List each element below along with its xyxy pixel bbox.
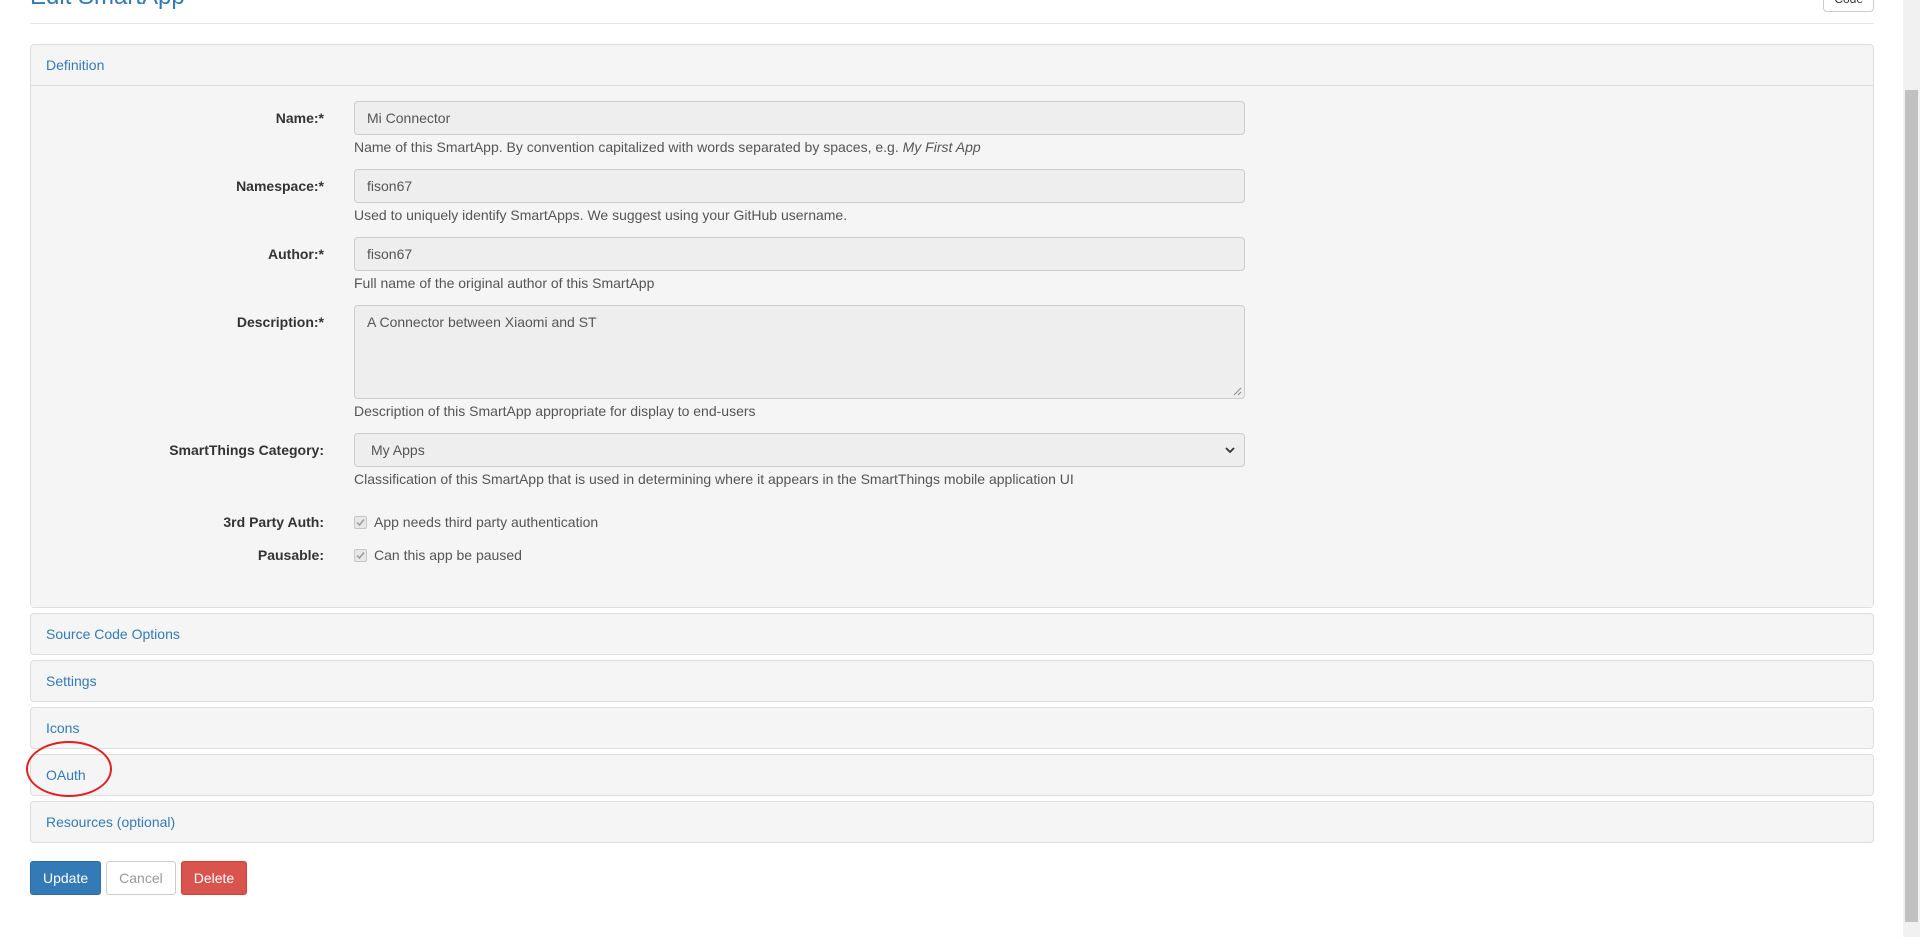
cancel-button[interactable]: Cancel xyxy=(106,861,176,895)
category-label: SmartThings Category: xyxy=(169,442,324,458)
definition-panel-link[interactable]: Definition xyxy=(46,57,104,73)
description-help: Description of this SmartApp appropriate… xyxy=(354,403,756,419)
checkmark-icon xyxy=(356,551,365,559)
third-party-auth-checkbox[interactable] xyxy=(354,515,367,529)
namespace-input[interactable]: fison67 xyxy=(354,169,1245,203)
category-help: Classification of this SmartApp that is … xyxy=(354,471,1074,487)
name-input[interactable]: Mi Connector xyxy=(354,101,1245,135)
page-header: Edit SmartApp Code xyxy=(30,0,1874,24)
code-button[interactable]: Code xyxy=(1823,0,1874,12)
pausable-checkbox[interactable] xyxy=(354,548,367,562)
resources-panel: Resources (optional) xyxy=(30,801,1874,843)
oauth-panel: OAuth xyxy=(30,754,1874,796)
oauth-heading: OAuth xyxy=(31,755,1873,795)
icons-heading: Icons xyxy=(31,708,1873,748)
namespace-label: Namespace:* xyxy=(236,178,324,194)
checkmark-icon xyxy=(356,518,365,526)
name-help-example: My First App xyxy=(902,139,981,155)
source-code-options-panel: Source Code Options xyxy=(30,613,1874,655)
pausable-row: Pausable: Can this app be paused xyxy=(31,538,1873,563)
description-textarea[interactable]: A Connector between Xiaomi and ST xyxy=(354,305,1245,399)
name-field-group: Mi Connector Name of this SmartApp. By c… xyxy=(354,101,1245,156)
category-field-group: My Apps Classification of this SmartApp … xyxy=(354,433,1245,488)
resources-link[interactable]: Resources (optional) xyxy=(46,814,175,830)
third-party-auth-checkbox-label: App needs third party authentication xyxy=(374,514,599,530)
pausable-checkbox-line: Can this app be paused xyxy=(354,538,1245,563)
description-field-group: A Connector between Xiaomi and ST Descri… xyxy=(354,305,1245,420)
author-field-group: fison67 Full name of the original author… xyxy=(354,237,1245,292)
third-party-auth-field-group: App needs third party authentication xyxy=(354,505,1245,530)
name-label: Name:* xyxy=(275,110,324,126)
chevron-down-icon xyxy=(1225,447,1235,454)
author-label: Author:* xyxy=(268,246,324,262)
icons-panel: Icons xyxy=(30,707,1874,749)
settings-panel: Settings xyxy=(30,660,1874,702)
third-party-auth-label: 3rd Party Auth: xyxy=(223,514,324,530)
panel-group: Definition Name:* Mi Connector Name of t… xyxy=(30,44,1874,848)
description-label: Description:* xyxy=(236,314,324,330)
resize-grip-icon[interactable] xyxy=(1233,387,1242,396)
namespace-field-group: fison67 Used to uniquely identify SmartA… xyxy=(354,169,1245,224)
category-selected: My Apps xyxy=(371,442,425,458)
description-text: A Connector between Xiaomi and ST xyxy=(367,314,597,330)
namespace-help: Used to uniquely identify SmartApps. We … xyxy=(354,207,848,223)
vertical-scrollbar[interactable] xyxy=(1903,0,1920,937)
third-party-auth-checkbox-line: App needs third party authentication xyxy=(354,505,1245,530)
name-help-text: Name of this SmartApp. By convention cap… xyxy=(354,139,899,155)
definition-panel-body: Name:* Mi Connector Name of this SmartAp… xyxy=(31,85,1873,607)
page: Edit SmartApp Code Definition Name:* Mi … xyxy=(0,0,1920,937)
namespace-row: Namespace:* fison67 Used to uniquely ide… xyxy=(31,169,1873,224)
scrollbar-thumb[interactable] xyxy=(1905,90,1918,922)
description-row: Description:* A Connector between Xiaomi… xyxy=(31,305,1873,420)
name-help: Name of this SmartApp. By convention cap… xyxy=(354,138,1245,156)
pausable-label: Pausable: xyxy=(257,547,324,563)
author-input[interactable]: fison67 xyxy=(354,237,1245,271)
settings-heading: Settings xyxy=(31,661,1873,701)
author-help: Full name of the original author of this… xyxy=(354,275,655,291)
oauth-link[interactable]: OAuth xyxy=(46,767,86,783)
pausable-checkbox-label: Can this app be paused xyxy=(374,547,522,563)
definition-panel: Definition Name:* Mi Connector Name of t… xyxy=(30,44,1874,608)
delete-button[interactable]: Delete xyxy=(180,861,248,895)
form-actions: Update Cancel Delete xyxy=(30,861,248,895)
definition-panel-heading: Definition xyxy=(31,45,1873,85)
icons-link[interactable]: Icons xyxy=(46,720,79,736)
category-select[interactable]: My Apps xyxy=(354,433,1245,467)
category-row: SmartThings Category: My Apps Classifica… xyxy=(31,433,1873,488)
page-title: Edit SmartApp xyxy=(30,0,185,9)
settings-link[interactable]: Settings xyxy=(46,673,97,689)
update-button[interactable]: Update xyxy=(30,861,102,895)
source-code-options-heading: Source Code Options xyxy=(31,614,1873,654)
resources-heading: Resources (optional) xyxy=(31,802,1873,842)
author-row: Author:* fison67 Full name of the origin… xyxy=(31,237,1873,292)
source-code-options-link[interactable]: Source Code Options xyxy=(46,626,180,642)
name-row: Name:* Mi Connector Name of this SmartAp… xyxy=(31,101,1873,156)
third-party-auth-row: 3rd Party Auth: App needs third party au… xyxy=(31,505,1873,530)
pausable-field-group: Can this app be paused xyxy=(354,538,1245,563)
